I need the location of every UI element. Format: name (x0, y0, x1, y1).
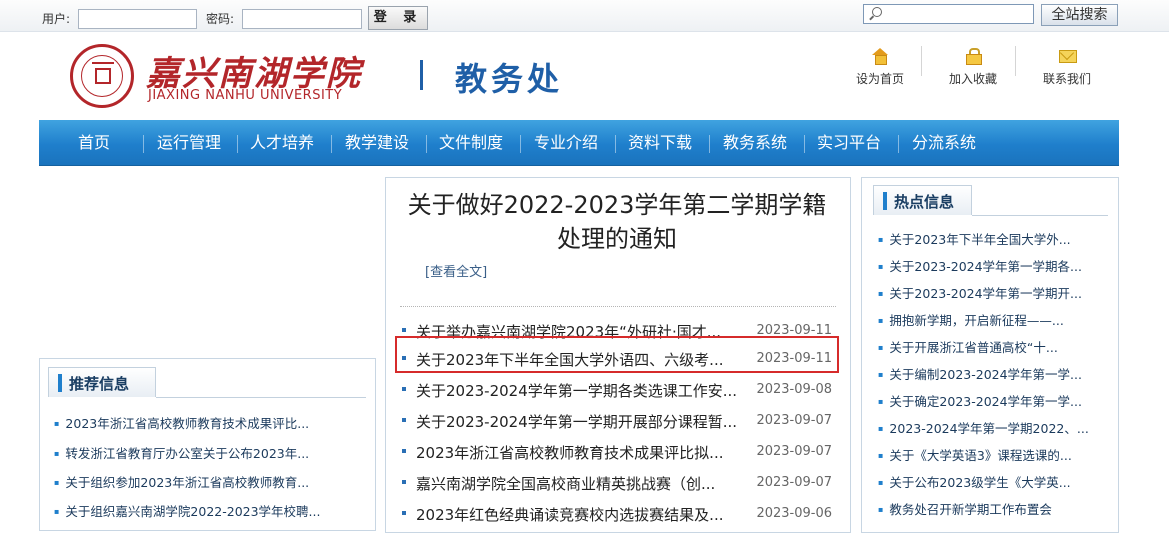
news-title[interactable]: 2023年红色经典诵读竞赛校内选拔赛结果及... (416, 504, 723, 525)
news-row[interactable]: 关于2023-2024学年第一学期各类选课工作安... 2023-09-08 (402, 379, 832, 405)
list-item[interactable]: 关于组织嘉兴南湖学院2022-2023学年校聘... (54, 501, 320, 520)
top-login-bar: 用户: 密码: 登 录 全站搜索 (0, 0, 1169, 32)
list-item[interactable]: 关于《大学英语3》课程选课的... (878, 445, 1071, 464)
news-row[interactable]: 2023年浙江省高校教师教育技术成果评比拟... 2023-09-07 (402, 441, 832, 467)
search-icon (872, 7, 882, 17)
add-favorite-label: 加入收藏 (948, 72, 997, 86)
hot-panel-title: 热点信息 (894, 193, 955, 211)
add-favorite-link[interactable]: 加入收藏 (928, 44, 1018, 108)
lock-icon (964, 48, 982, 65)
username-label: 用户: (42, 12, 71, 26)
university-name-en: JIAXING NANHU UNIVERSITY (148, 88, 343, 103)
list-item[interactable]: 关于2023-2024学年第一学期各... (878, 256, 1082, 275)
username-input[interactable] (78, 9, 197, 29)
news-date: 2023-09-07 (756, 444, 832, 459)
news-title[interactable]: 2023年浙江省高校教师教育技术成果评比拟... (416, 442, 723, 463)
nav-item-academic-system[interactable]: 教务系统 (719, 120, 791, 166)
main-nav: 首页 运行管理 人才培养 教学建设 文件制度 专业介绍 资料下载 教务系统 实习… (39, 120, 1119, 166)
department-title: 教务处 (455, 60, 564, 98)
news-date: 2023-09-06 (756, 506, 832, 521)
news-title[interactable]: 嘉兴南湖学院全国高校商业精英挑战赛（创... (416, 473, 715, 494)
nav-item-internship[interactable]: 实习平台 (813, 120, 885, 166)
nav-item-streaming[interactable]: 分流系统 (908, 120, 980, 166)
nav-item-documents[interactable]: 文件制度 (435, 120, 507, 166)
news-row[interactable]: 关于2023-2024学年第一学期开展部分课程暂... 2023-09-07 (402, 410, 832, 436)
list-item[interactable]: 关于确定2023-2024学年第一学... (878, 391, 1082, 410)
home-icon (871, 48, 889, 65)
list-item[interactable]: 拥抱新学期，开启新征程——... (878, 310, 1063, 329)
highlight-box (395, 336, 839, 373)
featured-news-headline[interactable]: 关于做好2022-2023学年第二学期学籍处理的通知 (397, 188, 837, 256)
news-row[interactable]: 2023年红色经典诵读竞赛校内选拔赛结果及... 2023-09-06 (402, 503, 832, 529)
password-input[interactable] (242, 9, 362, 29)
site-search-input[interactable] (863, 4, 1034, 24)
recommend-panel-title: 推荐信息 (69, 375, 130, 393)
recommend-panel-header: 推荐信息 (48, 367, 156, 397)
list-item[interactable]: 2023-2024学年第一学期2022、... (878, 418, 1088, 437)
university-seal-logo[interactable] (70, 44, 134, 108)
set-homepage-label: 设为首页 (855, 72, 904, 86)
mail-icon (1058, 48, 1077, 64)
header-divider (420, 60, 423, 90)
contact-us-link[interactable]: 联系我们 (1022, 44, 1112, 108)
list-item[interactable]: 教务处召开新学期工作布置会 (878, 499, 1052, 518)
news-title[interactable]: 关于2023-2024学年第一学期各类选课工作安... (416, 380, 737, 401)
set-homepage-link[interactable]: 设为首页 (835, 44, 925, 108)
contact-us-label: 联系我们 (1042, 72, 1091, 86)
password-label: 密码: (206, 12, 235, 26)
list-item[interactable]: 关于公布2023级学生《大学英... (878, 472, 1070, 491)
read-full-link[interactable]: [查看全文] (425, 261, 487, 280)
news-date: 2023-09-08 (756, 382, 832, 397)
hot-panel-header: 热点信息 (873, 185, 972, 215)
nav-item-talent[interactable]: 人才培养 (246, 120, 318, 166)
news-divider (400, 306, 836, 307)
site-search-button[interactable]: 全站搜索 (1041, 4, 1118, 26)
nav-item-home[interactable]: 首页 (65, 120, 123, 166)
list-item[interactable]: 关于2023-2024学年第一学期开... (878, 283, 1082, 302)
list-item[interactable]: 关于编制2023-2024学年第一学... (878, 364, 1082, 383)
list-item[interactable]: 关于开展浙江省普通高校“十... (878, 337, 1057, 356)
nav-item-downloads[interactable]: 资料下载 (624, 120, 696, 166)
list-item[interactable]: 2023年浙江省高校教师教育技术成果评比... (54, 413, 309, 432)
news-date: 2023-09-07 (756, 475, 832, 490)
login-button[interactable]: 登 录 (368, 6, 428, 30)
nav-item-majors[interactable]: 专业介绍 (530, 120, 602, 166)
nav-item-teaching[interactable]: 教学建设 (341, 120, 413, 166)
news-row[interactable]: 嘉兴南湖学院全国高校商业精英挑战赛（创... 2023-09-07 (402, 472, 832, 498)
news-title[interactable]: 关于2023-2024学年第一学期开展部分课程暂... (416, 411, 737, 432)
list-item[interactable]: 转发浙江省教育厅办公室关于公布2023年... (54, 443, 309, 462)
nav-item-operation[interactable]: 运行管理 (153, 120, 225, 166)
list-item[interactable]: 关于组织参加2023年浙江省高校教师教育... (54, 472, 309, 491)
news-date: 2023-09-07 (756, 413, 832, 428)
list-item[interactable]: 关于2023年下半年全国大学外... (878, 229, 1070, 248)
